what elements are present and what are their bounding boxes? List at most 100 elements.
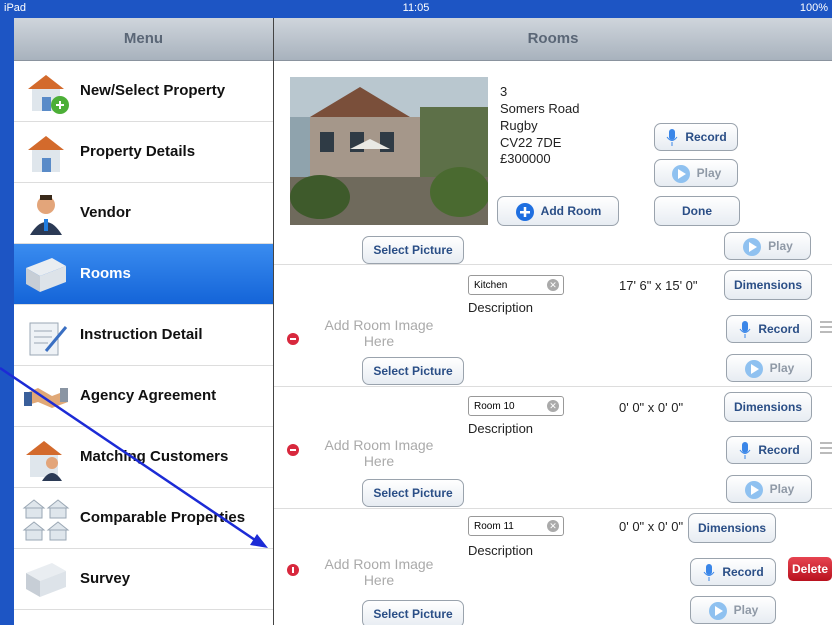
select-picture-button[interactable]: Select Picture — [362, 357, 464, 385]
play-button[interactable]: Play — [724, 232, 811, 260]
menu-item-vendor[interactable]: Vendor — [14, 183, 273, 244]
record-button[interactable]: Record — [726, 436, 812, 464]
reorder-handle-icon[interactable] — [820, 442, 832, 454]
play-label: Play — [733, 603, 759, 617]
select-picture-label: Select Picture — [373, 607, 453, 621]
record-label: Record — [722, 565, 764, 579]
room-image-placeholder: Add Room Image Here — [324, 437, 434, 469]
microphone-icon — [666, 128, 678, 146]
person-icon — [30, 195, 62, 235]
room-name-value: Room 10 — [474, 401, 515, 412]
play-button[interactable]: Play — [726, 354, 812, 382]
menu-item-comparable-properties[interactable]: Comparable Properties — [14, 488, 273, 549]
select-picture-button[interactable]: Select Picture — [362, 236, 464, 264]
room-icon — [26, 258, 66, 292]
room-dimensions: 0' 0" x 0' 0" — [619, 400, 684, 415]
menu-item-label: New/Select Property — [80, 82, 226, 99]
room-dimensions: 17' 6" x 15' 0" — [619, 278, 698, 293]
play-icon — [671, 164, 690, 183]
room-name-field[interactable]: Kitchen ✕ — [468, 275, 564, 295]
microphone-icon — [703, 563, 715, 581]
done-label: Done — [682, 204, 712, 218]
clear-icon[interactable]: ✕ — [547, 520, 559, 532]
menu-item-label: Instruction Detail — [80, 326, 203, 343]
select-picture-button[interactable]: Select Picture — [362, 479, 464, 507]
dimensions-label: Dimensions — [733, 400, 802, 414]
menu-panel: Menu New/Select Property Property Detail… — [14, 18, 274, 625]
play-button[interactable]: Play — [654, 159, 738, 187]
dimensions-label: Dimensions — [733, 278, 802, 292]
record-label: Record — [758, 322, 800, 336]
clear-icon[interactable]: ✕ — [547, 400, 559, 412]
room-description: Description — [468, 421, 534, 436]
house-person-icon — [26, 441, 62, 481]
room-image-placeholder: Add Room Image Here — [324, 317, 434, 349]
menu-item-matching-customers[interactable]: Matching Customers — [14, 427, 273, 488]
record-button[interactable]: Record — [726, 315, 812, 343]
menu-item-label: Matching Customers — [80, 448, 229, 465]
room-description: Description — [468, 300, 534, 315]
room-icon — [26, 563, 66, 597]
document-pen-icon — [29, 322, 68, 356]
menu-item-label: Vendor — [80, 204, 131, 221]
reorder-handle-icon[interactable] — [820, 321, 832, 333]
remove-room-icon[interactable] — [287, 564, 299, 576]
dimensions-button[interactable]: Dimensions — [724, 392, 812, 422]
play-label: Play — [769, 482, 795, 496]
room-dimensions: 0' 0" x 0' 0" — [619, 519, 684, 534]
room-image-placeholder: Add Room Image Here — [324, 556, 434, 588]
handshake-icon — [24, 388, 68, 408]
record-label: Record — [758, 443, 800, 457]
delete-button[interactable]: Delete — [788, 557, 832, 581]
room-name-field[interactable]: Room 11 ✕ — [468, 516, 564, 536]
row-divider — [274, 264, 832, 265]
remove-room-icon[interactable] — [287, 333, 299, 345]
menu-item-rooms[interactable]: Rooms — [14, 244, 273, 305]
property-street: Somers Road — [500, 101, 580, 116]
menu-item-label: Comparable Properties — [80, 509, 246, 526]
menu-item-instruction-detail[interactable]: Instruction Detail — [14, 305, 273, 366]
add-icon — [515, 202, 534, 221]
microphone-icon — [739, 441, 751, 459]
add-room-label: Add Room — [540, 204, 602, 218]
panel-title: Rooms — [274, 18, 832, 61]
clear-icon[interactable]: ✕ — [547, 279, 559, 291]
menu-item-property-details[interactable]: Property Details — [14, 122, 273, 183]
remove-room-icon[interactable] — [287, 444, 299, 456]
record-button[interactable]: Record — [690, 558, 776, 586]
dimensions-button[interactable]: Dimensions — [688, 513, 776, 543]
select-picture-button[interactable]: Select Picture — [362, 600, 464, 625]
menu-item-label: Agency Agreement — [80, 387, 217, 404]
play-icon — [708, 601, 727, 620]
add-room-button[interactable]: Add Room — [497, 196, 619, 226]
play-button[interactable]: Play — [690, 596, 776, 624]
room-description: Description — [468, 543, 534, 558]
menu-item-new-select-property[interactable]: New/Select Property — [14, 61, 273, 122]
room-name-field[interactable]: Room 10 ✕ — [468, 396, 564, 416]
property-postcode: CV22 7DE — [500, 135, 562, 150]
menu-item-agency-agreement[interactable]: Agency Agreement — [14, 366, 273, 427]
house-add-icon — [28, 75, 69, 114]
select-picture-label: Select Picture — [373, 364, 453, 378]
dimensions-button[interactable]: Dimensions — [724, 270, 812, 300]
menu-item-label: Rooms — [80, 265, 131, 282]
record-label: Record — [685, 130, 727, 144]
done-button[interactable]: Done — [654, 196, 740, 226]
house-icon — [28, 136, 64, 172]
room-name-value: Room 11 — [474, 521, 514, 532]
menu-title: Menu — [14, 18, 273, 61]
clock: 11:05 — [402, 2, 430, 14]
menu-item-label: Survey — [80, 570, 131, 587]
app-frame: Menu New/Select Property Property Detail… — [14, 18, 832, 625]
row-divider — [274, 386, 832, 387]
status-bar: iPad 11:05 100% — [0, 0, 832, 18]
microphone-icon — [739, 320, 751, 338]
menu-item-survey[interactable]: Survey — [14, 549, 273, 610]
select-picture-label: Select Picture — [373, 243, 453, 257]
play-button[interactable]: Play — [726, 475, 812, 503]
property-price: £300000 — [500, 151, 551, 166]
property-number: 3 — [500, 84, 508, 99]
dimensions-label: Dimensions — [697, 521, 766, 535]
houses-icon — [22, 499, 70, 541]
record-button[interactable]: Record — [654, 123, 738, 151]
